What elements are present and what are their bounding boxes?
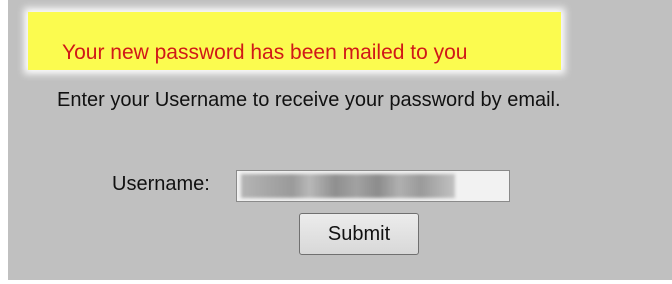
reset-password-panel: Your new password has been mailed to you…: [8, 0, 672, 280]
username-input[interactable]: [236, 170, 510, 202]
instructions-text: Enter your Username to receive your pass…: [57, 89, 561, 111]
notice-message: Your new password has been mailed to you: [62, 41, 468, 64]
username-label: Username:: [112, 173, 210, 195]
submit-button[interactable]: Submit: [299, 213, 419, 255]
success-notice: Your new password has been mailed to you: [28, 12, 561, 70]
redacted-username-value: [241, 174, 455, 198]
